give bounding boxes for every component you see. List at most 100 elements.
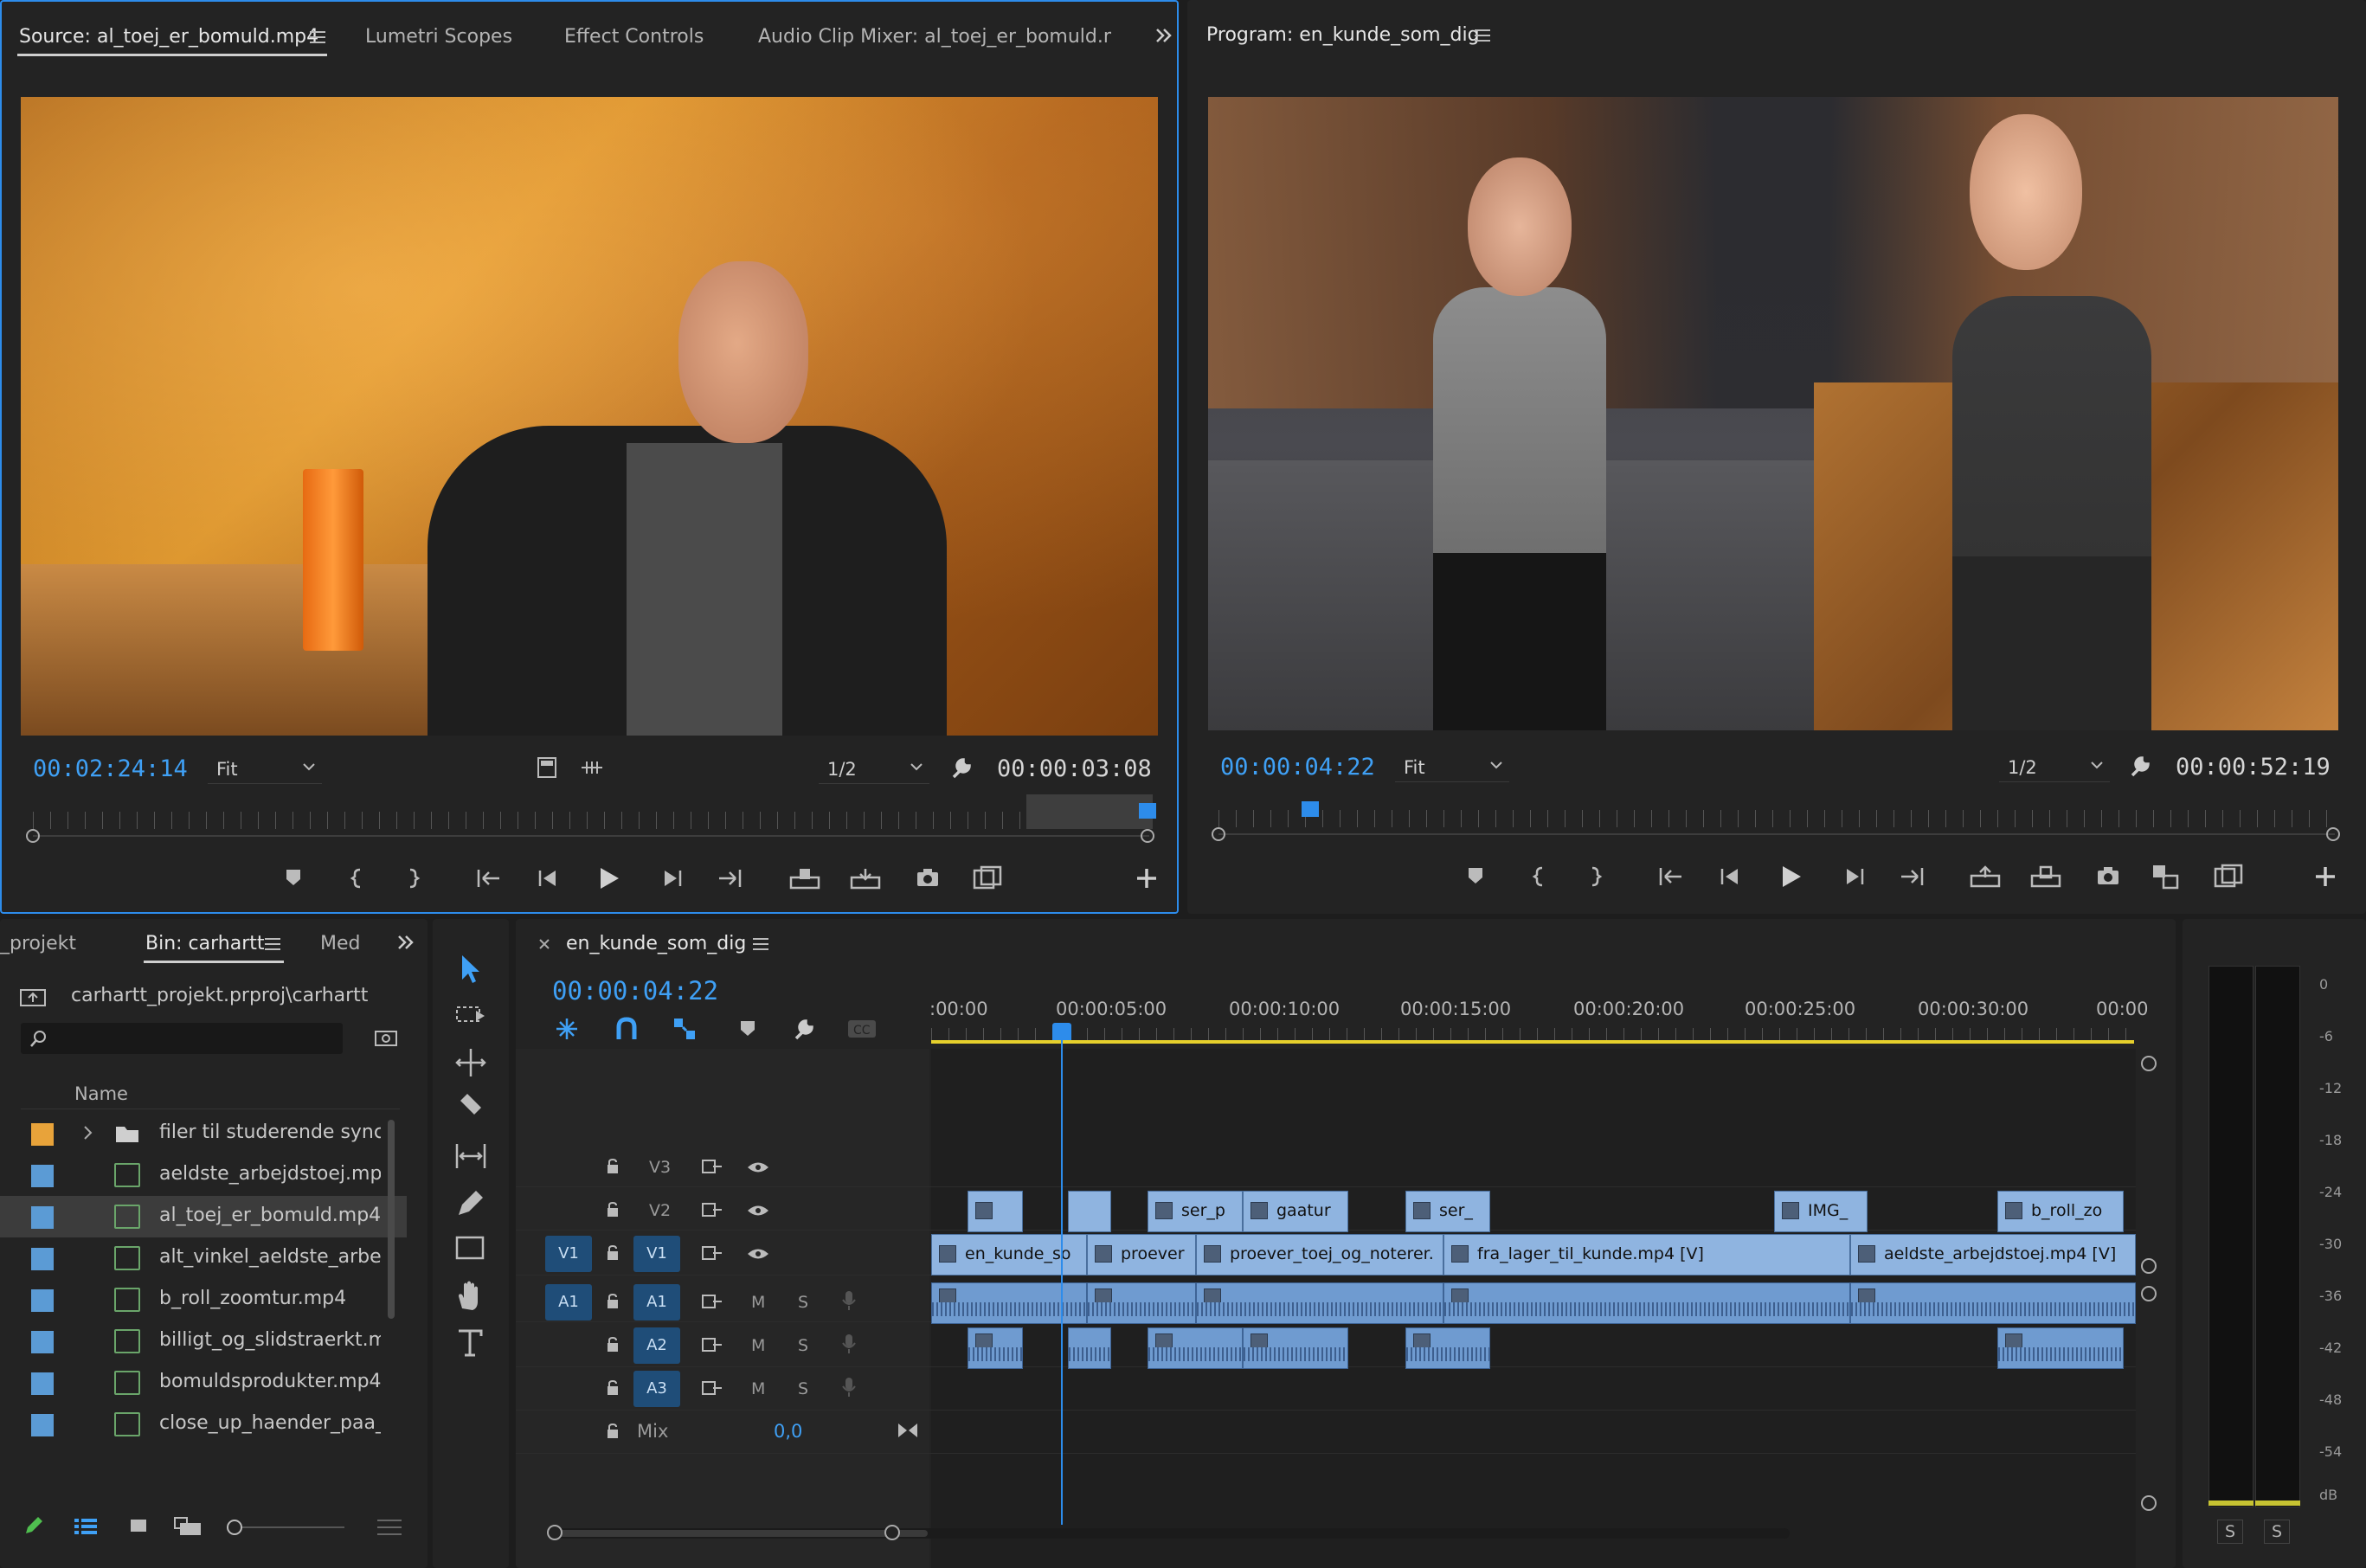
insert-icon[interactable] [789,867,820,890]
v2-clip[interactable]: ser_ [1405,1191,1490,1232]
source-resolution-select[interactable]: 1/2 [819,755,929,784]
step-back-icon[interactable] [537,867,559,890]
go-to-out-icon[interactable] [1899,865,1925,888]
panel-menu-icon[interactable] [1475,28,1492,43]
step-forward-icon[interactable] [1843,865,1866,888]
microphone-icon[interactable] [841,1333,857,1355]
add-marker-icon[interactable] [284,867,303,888]
add-button-icon[interactable] [2314,865,2337,888]
program-video-frame[interactable] [1208,97,2338,730]
sync-lock-icon[interactable] [701,1336,723,1353]
track-select-tool-icon[interactable] [452,997,490,1035]
timeline-vscroll-mid2[interactable] [2141,1286,2157,1301]
meter-solo-left[interactable]: S [2217,1520,2244,1544]
bin-list-header[interactable]: Name [21,1080,400,1109]
list-item[interactable]: alt_vinkel_aeldste_arbejd [0,1237,407,1279]
chevron-right-icon[interactable] [83,1125,93,1141]
source-playhead-timecode[interactable]: 00:02:24:14 [33,755,188,782]
source-scroll-end[interactable] [1141,829,1154,843]
a2-audio-clip[interactable] [1068,1327,1111,1369]
pencil-icon[interactable] [23,1514,45,1537]
tab-project[interactable]: _projekt [0,933,76,954]
program-zoom-select[interactable]: Fit [1395,753,1509,782]
panel-menu-icon[interactable] [753,936,770,952]
mark-in-icon[interactable] [350,867,367,890]
eye-icon[interactable] [746,1203,770,1218]
list-view-icon[interactable] [73,1516,99,1537]
a1-audio-clip[interactable] [1196,1282,1443,1324]
v1-clip[interactable]: aeldste_arbejdstoej.mp4 [V] [1850,1234,2136,1276]
work-area-bar[interactable] [931,1040,2134,1044]
find-icon[interactable] [374,1028,398,1049]
bin-list-scrollbar[interactable] [388,1120,395,1319]
list-item[interactable]: bomuldsprodukter.mp4 [0,1362,407,1404]
play-icon[interactable] [1779,864,1803,890]
wrench-icon[interactable] [948,755,974,781]
type-tool-icon[interactable] [452,1324,490,1362]
step-back-icon[interactable] [1719,865,1741,888]
go-to-in-icon[interactable] [1658,865,1684,888]
timeline-hscroll-thumb[interactable] [554,1530,928,1537]
close-icon[interactable] [538,938,550,950]
icon-view-icon[interactable] [128,1516,149,1537]
panel-menu-icon[interactable] [265,936,282,952]
nest-icon[interactable] [554,1016,580,1042]
meter-solo-right[interactable]: S [2264,1520,2291,1544]
search-input[interactable] [21,1023,343,1054]
selection-tool-icon[interactable] [452,950,490,988]
tab-source[interactable]: Source: al_toej_er_bomuld.mp4 [19,26,318,48]
lock-icon[interactable] [606,1336,620,1353]
add-marker-icon[interactable] [739,1019,756,1038]
timeline-playhead-marker[interactable] [1052,1023,1071,1040]
timeline-hscroll-end[interactable] [884,1525,900,1540]
sync-lock-icon[interactable] [701,1244,723,1262]
comparison-view-icon[interactable] [2151,864,2179,890]
program-scroll-bar[interactable] [1218,833,2335,835]
a2-audio-clip[interactable] [1405,1327,1490,1369]
mix-volume-value[interactable]: 0,0 [774,1421,802,1442]
ripple-edit-tool-icon[interactable] [452,1044,490,1082]
panel-menu-icon[interactable] [310,29,327,45]
list-item-folder[interactable]: filer til studerende sync af [0,1113,407,1154]
mix-end-icon[interactable] [897,1421,919,1440]
timeline-playhead-line[interactable] [1061,1040,1063,1525]
freeform-view-icon[interactable] [173,1516,204,1537]
mark-in-icon[interactable] [1532,865,1549,888]
program-resolution-select[interactable]: 1/2 [1999,753,2110,782]
more-tabs-icon[interactable] [1154,26,1173,45]
a1-audio-clip[interactable] [931,1282,1087,1324]
track-label-v3[interactable]: V3 [649,1158,671,1177]
track-target-a2[interactable]: A2 [633,1327,680,1364]
source-in-out-range[interactable] [1026,794,1153,829]
linked-selection-icon[interactable] [672,1016,698,1042]
v2-clip[interactable]: IMG_ [1774,1191,1868,1232]
mute-button[interactable]: M [751,1293,765,1312]
up-folder-icon[interactable] [19,986,47,1007]
mark-out-icon[interactable] [1585,865,1603,888]
insert-overlay-icon[interactable] [537,756,557,779]
eye-icon[interactable] [746,1246,770,1262]
timeline-vscroll-top[interactable] [2141,1056,2157,1071]
track-target-v1[interactable]: V1 [633,1236,680,1272]
program-scroll-end[interactable] [2326,827,2340,841]
solo-button[interactable]: S [798,1379,808,1398]
sync-lock-icon[interactable] [701,1201,723,1218]
microphone-icon[interactable] [841,1376,857,1398]
track-target-a1[interactable]: A1 [633,1284,680,1321]
go-to-in-icon[interactable] [476,867,502,890]
source-playhead[interactable] [1139,803,1156,819]
a2-audio-clip[interactable] [968,1327,1023,1369]
pen-tool-icon[interactable] [452,1184,490,1222]
tab-effect-controls[interactable]: Effect Controls [564,26,704,48]
extract-icon[interactable] [2030,865,2061,888]
sync-lock-icon[interactable] [701,1379,723,1397]
go-to-out-icon[interactable] [717,867,743,890]
a2-audio-clip[interactable] [1148,1327,1243,1369]
v1-clip[interactable]: proever_toej_og_noterer. [1196,1234,1443,1276]
program-playhead[interactable] [1302,801,1319,817]
wrench-icon[interactable] [791,1016,817,1042]
list-item[interactable]: close_up_haender_paa_t [0,1404,407,1445]
v1-clip[interactable]: proever [1087,1234,1196,1276]
tab-audio-clip-mixer[interactable]: Audio Clip Mixer: al_toej_er_bomuld.mp4 [758,26,1111,48]
lock-icon[interactable] [606,1244,620,1262]
